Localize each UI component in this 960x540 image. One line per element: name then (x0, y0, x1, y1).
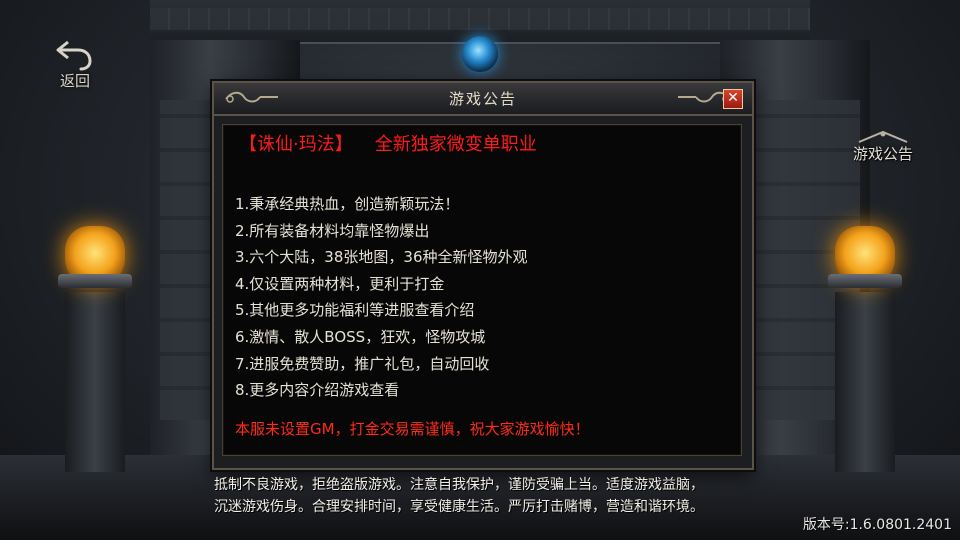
game-notice-label: 游戏公告 (852, 145, 913, 163)
close-icon: ✕ (727, 90, 739, 106)
server-name: 【诛仙·玛法】 (239, 134, 353, 155)
game-background: 返回 游戏公告 游戏公告 ✕ 【诛仙·玛法】 全新独家微变单职业 1.秉承经典热… (0, 0, 960, 540)
lamp-stand-right (835, 292, 895, 472)
list-item: 4.仅设置两种材料，更利于打金 (235, 274, 445, 293)
notice-ornament-icon (858, 130, 908, 143)
list-item: 7.进服免费赞助，推广礼包，自动回收 (235, 354, 490, 373)
feature-list: 1.秉承经典热血，创造新颖玩法！ 2.所有装备材料均靠怪物爆出 3.六个大陆，3… (235, 191, 528, 404)
list-item: 3.六个大陆，38张地图，36种全新怪物外观 (235, 248, 528, 267)
game-notice-button[interactable]: 游戏公告 (846, 130, 920, 174)
dialog-title: 游戏公告 (448, 90, 517, 108)
list-item: 1.秉承经典热血，创造新颖玩法！ (235, 195, 460, 213)
announcement-dialog: 游戏公告 ✕ 【诛仙·玛法】 全新独家微变单职业 1.秉承经典热血，创造新颖玩法！… (212, 81, 754, 470)
back-arrow-icon (56, 40, 92, 71)
blue-gem-icon (462, 36, 498, 72)
list-item: 5.其他更多功能福利等进服查看介绍 (235, 301, 475, 320)
back-label: 返回 (59, 72, 90, 90)
lamp-stand-left (65, 292, 125, 472)
dialog-content: 【诛仙·玛法】 全新独家微变单职业 1.秉承经典热血，创造新颖玩法！ 2.所有装备… (222, 124, 742, 456)
server-tagline: 全新独家微变单职业 (374, 134, 537, 155)
lantern-right-icon (828, 222, 902, 294)
announcement-headline: 【诛仙·玛法】 全新独家微变单职业 (239, 133, 537, 157)
healthy-gaming-line-1: 抵制不良游戏，拒绝盗版游戏。注意自我保护，谨防受骗上当。适度游戏益脑， (214, 477, 704, 493)
list-item: 2.所有装备材料均靠怪物爆出 (235, 221, 430, 240)
close-button[interactable]: ✕ (723, 89, 743, 109)
version-number: 版本号:1.6.0801.2401 (802, 517, 952, 533)
list-item: 8.更多内容介绍游戏查看 (235, 381, 400, 400)
dialog-header: 游戏公告 ✕ (214, 83, 752, 116)
list-item: 6.激情、散人BOSS，狂欢，怪物攻城 (235, 327, 486, 346)
lantern-left-icon (58, 222, 132, 294)
warning-text: 本服未设置GM，打金交易需谨慎，祝大家游戏愉快！ (235, 420, 590, 438)
back-button[interactable]: 返回 (50, 36, 100, 96)
healthy-gaming-notice: 抵制不良游戏，拒绝盗版游戏。注意自我保护，谨防受骗上当。适度游戏益脑， 沉迷游戏… (214, 474, 704, 518)
healthy-gaming-line-2: 沉迷游戏伤身。合理安排时间，享受健康生活。严厉打击赌博，营造和谐环境。 (214, 499, 704, 515)
